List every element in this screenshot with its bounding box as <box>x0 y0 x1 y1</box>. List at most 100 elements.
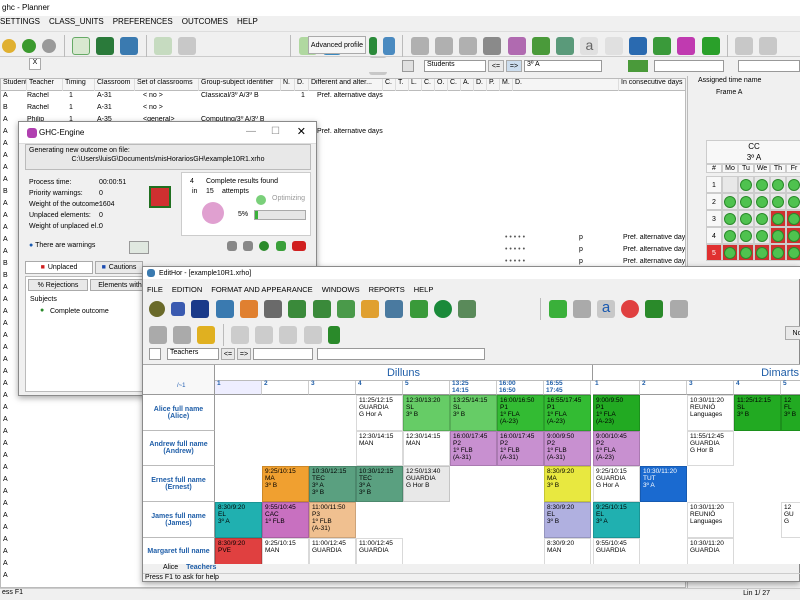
schedule-cell[interactable]: 16:00/17:45 P2 1º FLB (A-31) <box>497 431 544 466</box>
menu-item[interactable]: PREFERENCES <box>113 17 173 26</box>
availability-cell[interactable] <box>770 176 786 193</box>
schedule-cell[interactable]: 9:00/10:45 P2 1º FLA (A-23) <box>593 431 640 466</box>
dropdown-icon[interactable] <box>604 37 623 55</box>
rejections-tab[interactable]: % Rejections <box>28 279 88 291</box>
empty-slot[interactable] <box>450 502 497 538</box>
schedule-cell[interactable]: 11:55/12:45 GUARDIA G Hor B <box>687 431 734 466</box>
stop-icon[interactable] <box>291 241 306 251</box>
schedule-cell[interactable]: 9:00/9:50 P2 1º FLB (A-31) <box>544 431 591 466</box>
ghc-icon[interactable] <box>149 301 165 317</box>
schedule-cell[interactable]: 12:30/13:20 SL 3º B <box>403 395 450 431</box>
chart-icon[interactable] <box>288 300 307 318</box>
schedule-cell[interactable]: 12:30/14:15 MAN <box>403 431 450 466</box>
menu-item[interactable]: SETTINGS <box>0 17 40 26</box>
schedule-cell[interactable]: 11:00/11:50 P3 1º FLB (A-31) <box>309 502 356 538</box>
minimize-icon[interactable]: — <box>246 126 256 137</box>
help-icon[interactable] <box>259 241 270 251</box>
next-button[interactable]: => <box>237 348 251 360</box>
pause-icon[interactable] <box>275 241 286 251</box>
no-button[interactable]: No <box>785 326 800 340</box>
schedule-cell[interactable]: 13:25/14:15 SL 3º B <box>450 395 497 431</box>
color-wheel-icon[interactable] <box>621 300 640 318</box>
people-icon[interactable] <box>628 60 648 72</box>
edit-icon[interactable] <box>409 300 428 318</box>
table-row[interactable]: A Rachel 1 A-31 < no > Classical/3º A/3º B 1 Pr… <box>1 92 685 104</box>
availability-cell[interactable] <box>770 227 786 244</box>
availability-cell[interactable] <box>754 176 770 193</box>
empty-slot[interactable] <box>497 466 544 502</box>
availability-cell[interactable] <box>722 244 738 261</box>
empty-slot[interactable] <box>356 502 403 538</box>
availability-cell[interactable] <box>738 176 754 193</box>
column-header[interactable]: T. <box>396 79 409 91</box>
availability-cell[interactable] <box>754 210 770 227</box>
schedule-cell[interactable]: 11:25/12:15 SL 3º B <box>734 395 781 431</box>
menu-item[interactable]: HELP <box>237 17 258 26</box>
check-icon[interactable] <box>312 300 331 318</box>
view-select[interactable]: Students <box>424 60 486 72</box>
person-icon[interactable] <box>385 300 404 318</box>
remove-icon[interactable] <box>434 37 453 55</box>
availability-cell[interactable] <box>786 193 800 210</box>
column-header[interactable]: Classroom <box>95 79 135 91</box>
tab-cautions[interactable]: ■ Cautions <box>95 261 143 274</box>
checkmark-icon[interactable] <box>628 37 647 55</box>
font-a-icon[interactable]: a <box>596 300 615 318</box>
menu-item[interactable]: EDITION <box>172 285 202 294</box>
column-header[interactable]: D. <box>513 79 619 91</box>
empty-slot[interactable] <box>640 538 687 564</box>
availability-cell[interactable] <box>738 210 754 227</box>
schedule-cell[interactable]: 11:00/12:45 GUARDIA <box>356 538 403 564</box>
copy-icon[interactable] <box>336 300 355 318</box>
advanced-profile-button[interactable]: Advanced profile <box>308 36 366 54</box>
engine-icon[interactable] <box>171 302 186 316</box>
empty-slot[interactable] <box>215 466 262 502</box>
availability-cell[interactable] <box>738 227 754 244</box>
availability-cell[interactable] <box>786 176 800 193</box>
availability-cell[interactable] <box>722 193 738 210</box>
schedule-cell[interactable]: 9:25/10:15 MA 3º B <box>262 466 309 502</box>
flag-icon[interactable] <box>327 326 340 344</box>
availability-cell[interactable] <box>770 210 786 227</box>
schedule-cell[interactable]: 12 FL 3º B <box>781 395 800 431</box>
schedule-cell[interactable]: 16:55/17:45 P1 1º FLA (A-23) <box>544 395 591 431</box>
column-header[interactable]: C. <box>448 79 461 91</box>
calendar-icon[interactable] <box>239 300 258 318</box>
empty-slot[interactable] <box>734 502 781 538</box>
font-a-icon[interactable]: a <box>580 37 599 55</box>
save-icon[interactable] <box>191 300 210 318</box>
group-select[interactable] <box>253 348 313 360</box>
add-icon[interactable] <box>410 37 429 55</box>
prev-button[interactable]: <= <box>488 60 504 72</box>
check-person-icon[interactable] <box>153 37 172 55</box>
house-icon[interactable] <box>531 37 550 55</box>
layout-icon[interactable] <box>734 37 753 55</box>
flag-icon[interactable] <box>677 37 696 55</box>
prev-button[interactable]: <= <box>221 348 235 360</box>
availability-cell[interactable] <box>722 210 738 227</box>
export-icon[interactable] <box>129 241 149 254</box>
tab-alice[interactable]: Alice <box>163 564 178 571</box>
run-icon[interactable] <box>178 37 197 55</box>
redo-icon[interactable] <box>173 326 192 344</box>
close-tab-button[interactable]: X <box>29 58 41 70</box>
table-row[interactable]: B Rachel 1 A-31 < no > <box>1 104 685 116</box>
schedule-cell[interactable]: 12:30/14:15 MAN <box>356 431 403 466</box>
schedule-cell[interactable]: 8:30/9:20 MA 3º B <box>544 466 591 502</box>
column-header[interactable]: N. <box>281 79 295 91</box>
availability-cell[interactable] <box>722 227 738 244</box>
book-icon[interactable] <box>369 37 377 55</box>
print-icon[interactable] <box>264 300 283 318</box>
group-select[interactable]: 3º A <box>524 60 602 72</box>
empty-slot[interactable] <box>309 431 356 466</box>
menu-item[interactable]: REPORTS <box>369 285 405 294</box>
schedule-cell[interactable]: 11:25/12:15 GUARDIA G Hor A <box>356 395 403 431</box>
column-header[interactable]: D. <box>295 79 309 91</box>
empty-slot[interactable] <box>687 466 734 502</box>
column-header[interactable]: O. <box>435 79 448 91</box>
menu-item[interactable]: WINDOWS <box>322 285 360 294</box>
view-select[interactable]: Teachers <box>167 348 219 360</box>
schedule-cell[interactable]: 10:30/11:20 REUNIÓ Languages <box>687 502 734 538</box>
network-icon[interactable] <box>556 37 575 55</box>
filter-icon[interactable] <box>402 60 414 72</box>
